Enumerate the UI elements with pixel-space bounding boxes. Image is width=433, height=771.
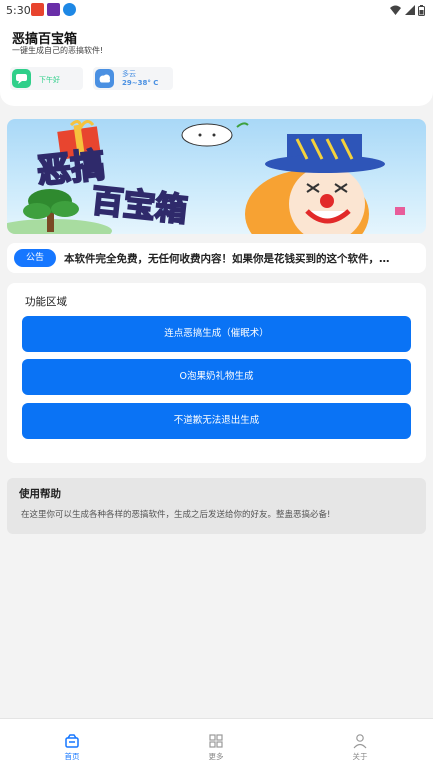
no-apology-generate-button[interactable]: 不道歉无法退出生成 [22,403,411,439]
weather-chip: 多云 29~38° C [93,67,173,90]
hypnosis-generate-button[interactable]: 连点恶搞生成（催眠术） [22,316,411,352]
notice-bar[interactable]: 公告 本软件完全免费，无任何收费内容！如果你是花钱买到的这个软件，… [7,243,426,273]
function-area-card: 功能区域 连点恶搞生成（催眠术） O泡果奶礼物生成 不道歉无法退出生成 [7,283,426,463]
system-icons [390,3,425,16]
person-icon [353,734,367,749]
notification-app-icon [47,3,60,16]
status-bar: 5:30 [0,0,433,20]
weather-temperature: 29~38° C [122,79,159,87]
clown-icon [245,134,405,234]
greeting-label: 下午好 [39,76,60,84]
greeting-chip: 下午好 [10,67,83,90]
nav-item-about[interactable]: 关于 [288,719,432,771]
status-time: 5:30 [6,4,31,17]
nav-item-home[interactable]: 首页 [0,719,144,771]
banner-illustration: 恶搞 百宝箱 [7,120,405,234]
home-icon [65,734,79,748]
function-area-title: 功能区域 [25,296,67,308]
app-subtitle: 一键生成自己的恶搞软件! [12,46,104,55]
wifi-icon [390,5,401,15]
help-title: 使用帮助 [19,488,61,500]
help-text: 在这里你可以生成各种各样的恶搞软件，生成之后发送给你的好友。整蛊恶搞必备! [21,510,331,520]
battery-icon [418,4,425,16]
notice-text: 本软件完全免费，无任何收费内容！如果你是花钱买到的这个软件，… [64,253,390,265]
cloud-character-icon [181,122,249,147]
notification-app-icon [31,3,44,16]
nav-item-more[interactable]: 更多 [144,719,288,771]
header-card: 恶搞百宝箱 一键生成自己的恶搞软件! 下午好 多云 29~38° C [0,20,433,106]
banner-title-line2: 百宝箱 [90,181,189,229]
nav-label-about: 关于 [352,752,368,761]
nav-label-home: 首页 [64,752,80,761]
notice-badge: 公告 [14,249,56,267]
help-card: 使用帮助 在这里你可以生成各种各样的恶搞软件，生成之后发送给你的好友。整蛊恶搞必… [7,478,426,534]
bottom-nav: 首页 更多 关于 [0,718,433,771]
nav-label-more: 更多 [208,752,224,761]
cloud-icon [95,69,114,88]
milk-gift-generate-button[interactable]: O泡果奶礼物生成 [22,359,411,395]
notification-app-icon [63,3,76,16]
banner-image[interactable]: 恶搞 百宝箱 [7,119,426,234]
signal-icon [404,5,415,15]
weather-condition: 多云 [122,70,136,78]
chat-bubble-icon [12,69,31,88]
grid-icon [209,734,223,748]
